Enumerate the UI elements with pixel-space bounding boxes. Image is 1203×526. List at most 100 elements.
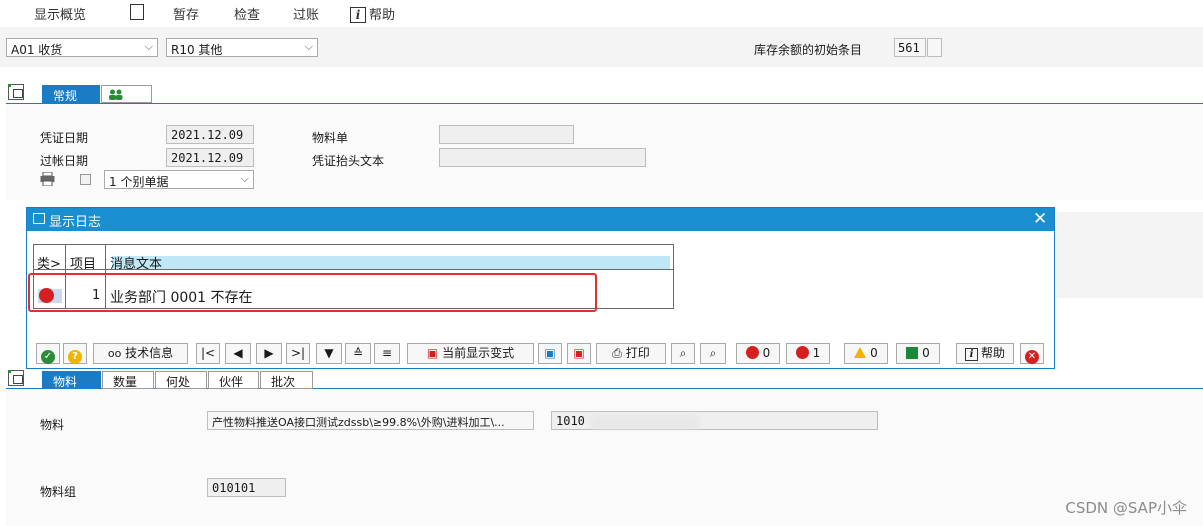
cancel-icon: ✕ (1025, 350, 1039, 364)
print-option-select[interactable]: 1 个别单据 ⌵ (104, 170, 254, 189)
blurred-redaction (590, 415, 700, 429)
dialog-title-bar: 显示日志 ✕ (27, 208, 1054, 231)
column-item[interactable]: 项目 (70, 253, 96, 272)
post-date-field[interactable]: 2021.12.09 (166, 148, 254, 167)
current-variant-button[interactable]: ▣ 当前显示变式 (407, 343, 534, 364)
display-overview-button[interactable]: 显示概览 (34, 4, 86, 23)
close-icon[interactable]: ✕ (1033, 209, 1047, 229)
find-button[interactable]: ⌕ (671, 343, 695, 364)
material-code-field[interactable]: 1010 (551, 411, 878, 430)
display-log-dialog: 显示日志 ✕ 类> 项目 消息文本 1 业务部门 0001 不存在 ✓ ? oo… (26, 207, 1055, 369)
confirm-button[interactable]: ✓ (36, 343, 60, 364)
header-text-label: 凭证抬头文本 (312, 154, 385, 168)
dialog-title: 显示日志 (49, 215, 102, 230)
check-icon: ✓ (41, 350, 55, 364)
collapse-item-icon[interactable] (8, 370, 24, 386)
post-button[interactable]: 过账 (293, 4, 319, 23)
tab-general[interactable]: 常规 (42, 85, 100, 103)
stock-initial-label: 库存余额的初始条目 (754, 43, 863, 57)
reference-select-value: R10 其他 (171, 43, 223, 57)
printer-icon[interactable] (40, 171, 55, 187)
material-group-field[interactable]: 010101 (207, 478, 286, 497)
filter-button[interactable]: ▼ (316, 343, 342, 364)
tab-quantity[interactable]: 数量 (102, 371, 154, 389)
material-code-value: 1010 (556, 414, 585, 428)
material-slip-label: 物料单 (312, 131, 349, 145)
watermark: CSDN @SAP小伞 (1065, 499, 1187, 517)
background-panel (1056, 212, 1203, 298)
collapse-header-icon[interactable] (8, 84, 24, 100)
first-page-icon: |< (200, 346, 216, 360)
chevron-down-icon: ⌵ (144, 40, 153, 53)
save-layout-button[interactable]: ▣ (567, 343, 591, 364)
cancel-button[interactable]: ✕ (1020, 343, 1044, 364)
reference-select[interactable]: R10 其他 ⌵ (166, 38, 318, 57)
header-text-field[interactable] (439, 148, 646, 167)
info-icon: i (350, 7, 366, 23)
sort-desc-icon: ≡ (381, 346, 393, 360)
warning-icon (854, 347, 867, 358)
dialog-help-label: 帮助 (980, 346, 1005, 360)
doc-date-field[interactable]: 2021.12.09 (166, 125, 254, 144)
stop-icon (745, 346, 759, 359)
tab-partner[interactable]: 伙伴 (208, 371, 259, 389)
last-page-button[interactable]: >| (286, 343, 310, 364)
stop-count: 0 (762, 346, 771, 360)
action-select[interactable]: A01 收货 ⌵ (6, 38, 158, 57)
select-layout-icon: ▣ (544, 346, 556, 360)
tech-info-label: 技术信息 (125, 346, 174, 360)
movement-type-extra-field[interactable] (927, 38, 942, 57)
print-checkbox[interactable] (80, 174, 91, 185)
material-description-field[interactable]: 产性物料推送OA接口测试zdssb\≥99.8%\外购\进料加工\... (207, 411, 534, 430)
tab-material[interactable]: 物料 (42, 371, 101, 389)
select-layout-button[interactable]: ▣ (538, 343, 562, 364)
next-icon: ▶ (264, 346, 274, 360)
tech-info-button[interactable]: oo 技术信息 (93, 343, 188, 364)
error-filter-button[interactable]: 1 (786, 343, 830, 364)
highlight-bar (112, 256, 670, 269)
document-icon (130, 4, 144, 20)
layout-icon: ▣ (426, 346, 439, 360)
previous-button[interactable]: ◀ (225, 343, 251, 364)
save-layout-icon: ▣ (573, 346, 585, 360)
sort-ascending-button[interactable]: ≙ (345, 343, 371, 364)
material-slip-field[interactable] (439, 125, 574, 144)
print-button[interactable]: ⎙ 打印 (596, 343, 666, 364)
error-count: 1 (812, 346, 821, 360)
success-filter-button[interactable]: 0 (896, 343, 940, 364)
next-button[interactable]: ▶ (256, 343, 282, 364)
tab-where[interactable]: 何处 (155, 371, 207, 389)
binoculars-plus-icon: ⌕ (709, 346, 717, 360)
dialog-help-button[interactable]: i 帮助 (956, 343, 1014, 364)
warning-count: 0 (870, 346, 878, 360)
column-message[interactable]: 消息文本 (110, 253, 162, 272)
help-button[interactable]: i 帮助 (350, 4, 395, 23)
people-icon (108, 89, 124, 100)
success-icon (906, 347, 919, 359)
new-document-button[interactable] (130, 4, 148, 21)
check-button[interactable]: 检查 (234, 4, 260, 23)
action-select-value: A01 收货 (11, 43, 63, 57)
warning-filter-button[interactable]: 0 (844, 343, 888, 364)
find-next-button[interactable]: ⌕ (700, 343, 726, 364)
tab-batch[interactable]: 批次 (260, 371, 313, 389)
post-date-label: 过帐日期 (40, 154, 89, 168)
first-page-button[interactable]: |< (196, 343, 220, 364)
log-icon (33, 213, 45, 224)
printer-icon: ⎙ (612, 346, 622, 360)
chevron-down-icon: ⌵ (304, 40, 313, 53)
current-variant-label: 当前显示变式 (442, 346, 515, 360)
stop-filter-button[interactable]: 0 (736, 343, 780, 364)
chevron-down-icon: ⌵ (240, 172, 249, 185)
application-toolbar: 显示概览 暂存 检查 过账 i 帮助 (0, 0, 1203, 26)
sort-descending-button[interactable]: ≡ (374, 343, 400, 364)
hold-button[interactable]: 暂存 (173, 4, 199, 23)
help-label: 帮助 (369, 8, 396, 23)
tab-partners[interactable] (101, 85, 152, 103)
question-button[interactable]: ? (63, 343, 87, 364)
material-label: 物料 (40, 418, 65, 432)
column-type[interactable]: 类> (37, 253, 61, 272)
filter-icon: ▼ (324, 346, 334, 360)
error-icon (795, 346, 809, 359)
movement-type-field[interactable]: 561 (894, 38, 926, 57)
